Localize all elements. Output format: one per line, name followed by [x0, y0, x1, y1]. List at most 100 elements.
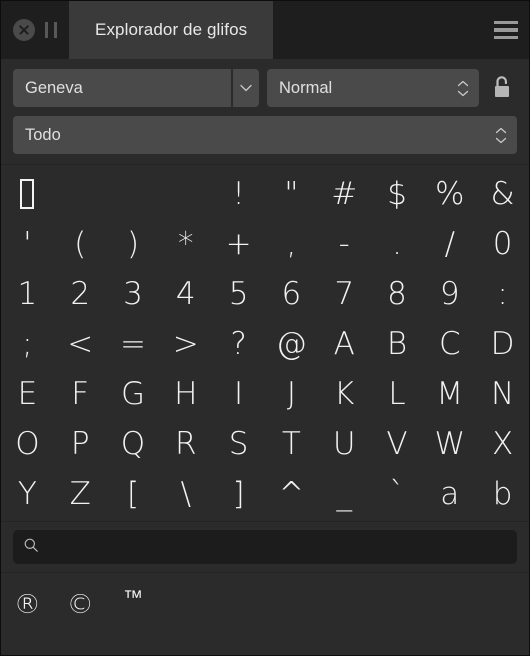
glyph-cell[interactable]: F [54, 369, 107, 419]
glyph-cell[interactable]: ) [107, 219, 160, 269]
glyph-cell[interactable]: ^ [265, 469, 318, 519]
search-input[interactable] [47, 538, 507, 556]
glyph-cell[interactable]: H [159, 369, 212, 419]
glyph-explorer-window: Explorador de glifos Geneva Normal Todo … [0, 0, 530, 656]
glyph-cell[interactable]: ; [1, 319, 54, 369]
glyph-cell[interactable]: % [423, 169, 476, 219]
glyph-cell[interactable]: . [371, 219, 424, 269]
glyph-cell[interactable]: = [107, 319, 160, 369]
glyph-cell[interactable]: # [318, 169, 371, 219]
glyph-cell[interactable]: D [476, 319, 529, 369]
glyph-cell[interactable]: M [423, 369, 476, 419]
glyph-cell[interactable]: b [476, 469, 529, 519]
glyph-cell[interactable]: A [318, 319, 371, 369]
hamburger-bar-1 [494, 20, 518, 25]
glyph-grid-panel: ! " # $% & '() * +, -./0 1 2 3 4 5 6 7 8 9:; < = >? @ A B C D E F G H… [1, 164, 529, 521]
variant-glyph-cell[interactable]: © [54, 581, 107, 627]
glyph-cell[interactable]: K [318, 369, 371, 419]
glyph-cell[interactable]: & [476, 169, 529, 219]
glyph-cell[interactable]: ` [371, 469, 424, 519]
glyph-cell[interactable]: J [265, 369, 318, 419]
glyph-cell[interactable]: " [265, 169, 318, 219]
glyph-cell[interactable]: ( [54, 219, 107, 269]
glyph-cell[interactable]: [ [107, 469, 160, 519]
glyph-cell[interactable]: \ [159, 469, 212, 519]
glyph-cell[interactable]: 3 [107, 269, 160, 319]
glyph-cell[interactable]: 5 [212, 269, 265, 319]
glyph-cell[interactable]: * [159, 219, 212, 269]
font-family-value-field[interactable]: Geneva [13, 69, 231, 107]
glyph-cell[interactable]: S [212, 419, 265, 469]
glyph-cell[interactable]: C [423, 319, 476, 369]
search-box[interactable] [13, 530, 517, 564]
glyph-cell-empty [107, 169, 160, 219]
font-style-select[interactable]: Normal [267, 69, 479, 107]
glyph-cell[interactable]: P [54, 419, 107, 469]
glyph-cell[interactable]: 9 [423, 269, 476, 319]
chevron-up-down-icon[interactable] [451, 80, 469, 97]
glyph-cell[interactable]: > [159, 319, 212, 369]
glyph-cell[interactable]: G [107, 369, 160, 419]
glyph-cell[interactable]: - [318, 219, 371, 269]
glyph-cell[interactable]: / [423, 219, 476, 269]
glyph-cell[interactable]: 8 [371, 269, 424, 319]
glyph-cell[interactable]: 7 [318, 269, 371, 319]
variant-glyph-cell[interactable]: ™ [107, 581, 160, 627]
glyph-cell[interactable]: $ [371, 169, 424, 219]
tab-explorador-de-glifos[interactable]: Explorador de glifos [69, 1, 274, 59]
glyph-cell[interactable]: < [54, 319, 107, 369]
glyph-cell[interactable]: : [476, 269, 529, 319]
controls-panel: Geneva Normal Todo [1, 59, 529, 164]
close-circle-icon[interactable] [13, 19, 35, 41]
glyph-cell[interactable]: E [1, 369, 54, 419]
glyph-cell[interactable]: U [318, 419, 371, 469]
glyph-filter-select[interactable]: Todo [13, 116, 517, 154]
font-style-value: Normal [279, 78, 333, 97]
glyph-cell[interactable]: , [265, 219, 318, 269]
controls-row-filter: Todo [13, 116, 517, 154]
glyph-cell[interactable]: @ [265, 319, 318, 369]
glyph-cell[interactable]: ] [212, 469, 265, 519]
glyph-cell[interactable]: B [371, 319, 424, 369]
pause-bar-left [45, 22, 48, 38]
glyph-cell[interactable]: O [1, 419, 54, 469]
font-family-select[interactable]: Geneva [13, 69, 259, 107]
hamburger-bar-3 [494, 35, 518, 40]
variant-glyph-cell[interactable]: ® [1, 581, 54, 627]
search-panel [1, 521, 529, 572]
glyph-cell[interactable]: R [159, 419, 212, 469]
pause-icon[interactable] [45, 22, 57, 38]
titlebar-left-controls [1, 1, 57, 59]
glyph-cell[interactable]: 1 [1, 269, 54, 319]
glyph-cell[interactable]: Q [107, 419, 160, 469]
glyph-cell[interactable]: V [371, 419, 424, 469]
hamburger-bar-2 [494, 28, 518, 32]
glyph-cell-empty [54, 169, 107, 219]
glyph-cell[interactable]: 4 [159, 269, 212, 319]
glyph-cell[interactable]: I [212, 369, 265, 419]
glyph-cell[interactable]: _ [318, 469, 371, 519]
unlock-icon[interactable] [487, 69, 517, 107]
glyph-cell[interactable] [1, 169, 54, 219]
glyph-cell[interactable]: N [476, 369, 529, 419]
glyph-cell[interactable]: ! [212, 169, 265, 219]
glyph-cell[interactable]: a [423, 469, 476, 519]
glyph-cell[interactable]: Z [54, 469, 107, 519]
chevron-up-down-icon[interactable] [489, 127, 507, 144]
chevron-down-icon[interactable] [233, 69, 259, 107]
glyph-cell[interactable]: 2 [54, 269, 107, 319]
glyph-grid: ! " # $% & '() * +, -./0 1 2 3 4 5 6 7 8 9:; < = >? @ A B C D E F G H… [1, 169, 529, 519]
glyph-cell[interactable]: T [265, 419, 318, 469]
glyph-cell[interactable]: ' [1, 219, 54, 269]
glyph-cell-empty [159, 169, 212, 219]
glyph-cell[interactable]: W [423, 419, 476, 469]
glyph-cell[interactable]: Y [1, 469, 54, 519]
glyph-cell[interactable]: X [476, 419, 529, 469]
glyph-cell[interactable]: + [212, 219, 265, 269]
glyph-cell[interactable]: ? [212, 319, 265, 369]
pause-bar-right [54, 22, 57, 38]
hamburger-menu-icon[interactable] [483, 1, 529, 59]
glyph-cell[interactable]: L [371, 369, 424, 419]
glyph-cell[interactable]: 6 [265, 269, 318, 319]
glyph-cell[interactable]: 0 [476, 219, 529, 269]
